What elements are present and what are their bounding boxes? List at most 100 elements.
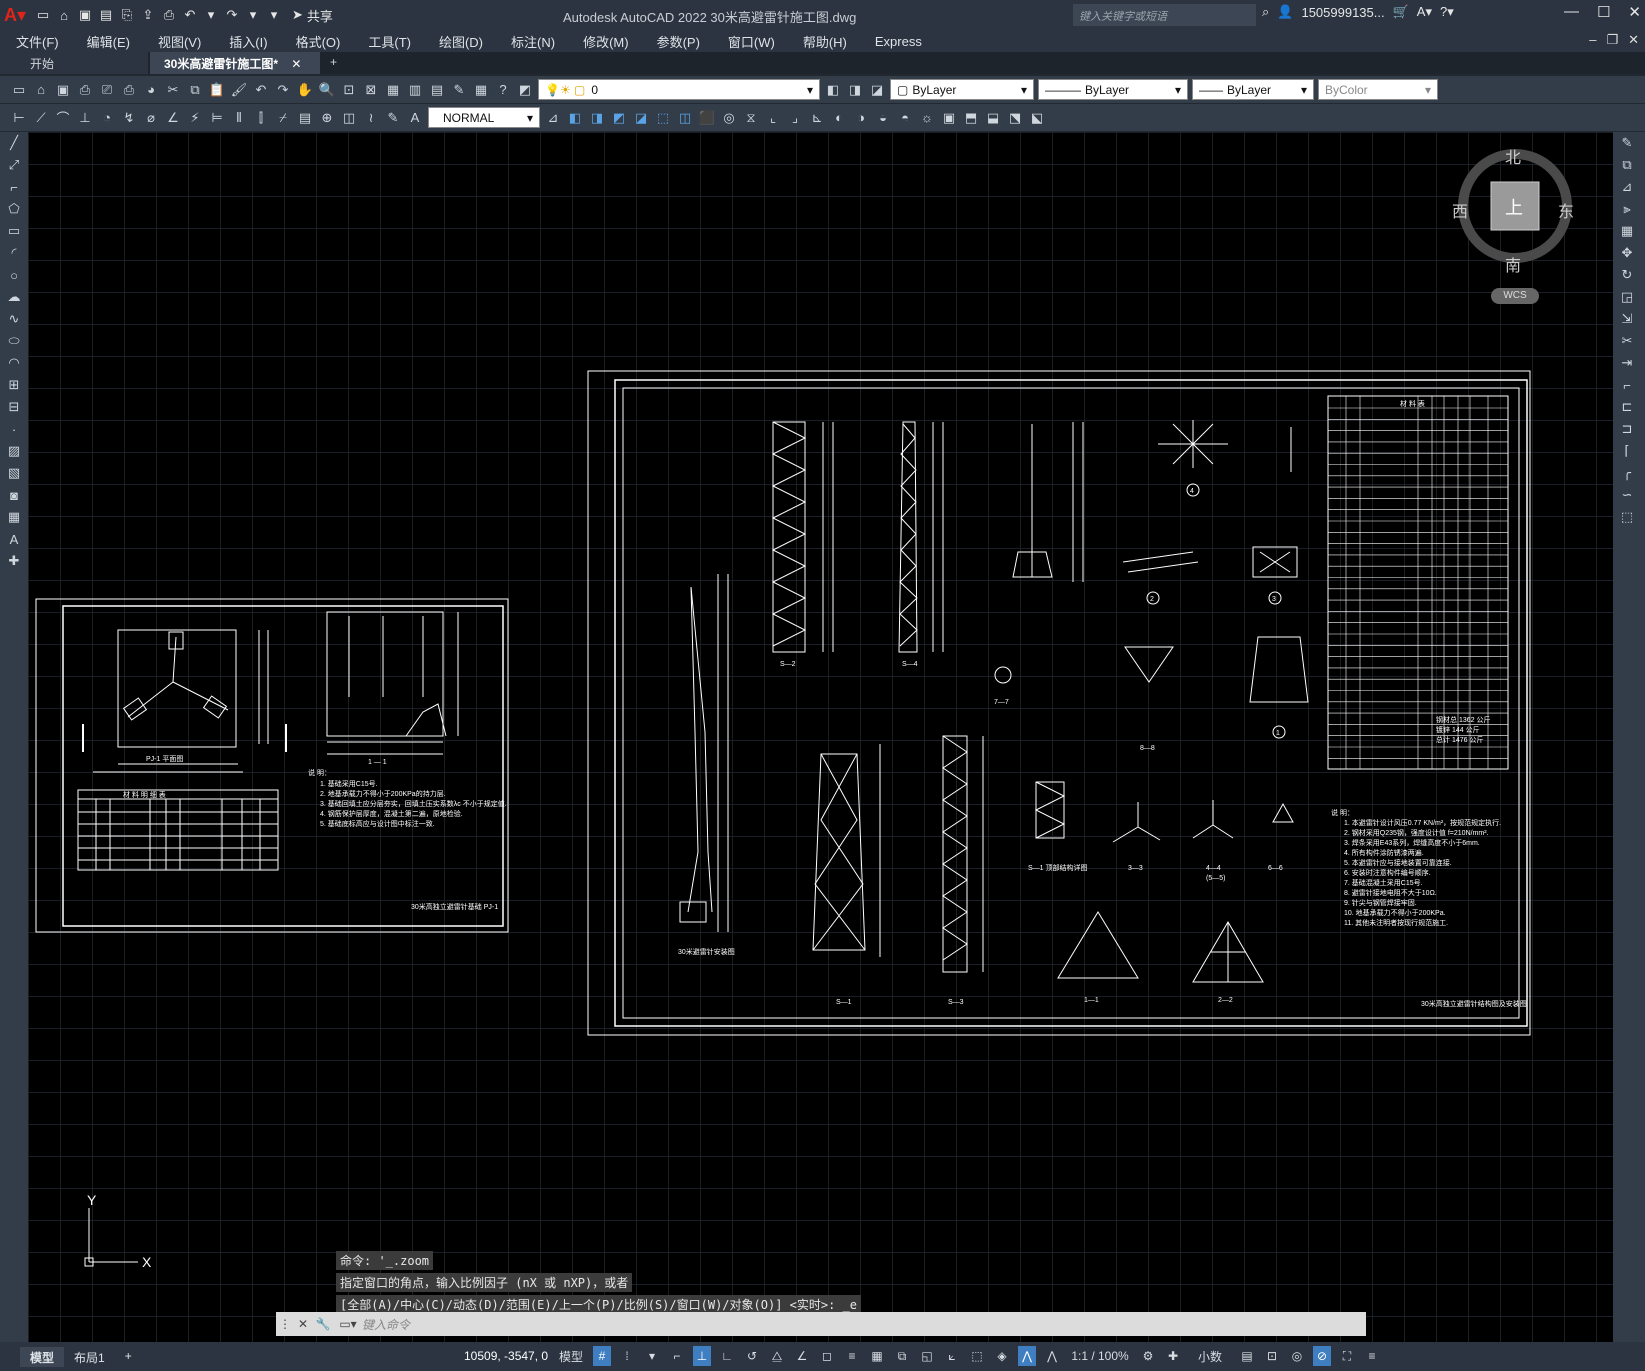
make-current-icon[interactable]: ◧ [824, 81, 842, 99]
quick-dim-icon[interactable]: ⚡ [186, 109, 204, 127]
coordinates-readout[interactable]: 10509, -3547, 0 [464, 1349, 548, 1363]
import-icon[interactable]: ⎘ [118, 6, 136, 24]
render-icon[interactable]: ◒ [874, 109, 892, 127]
mtext-icon[interactable]: A [0, 528, 28, 550]
dim-edit-icon[interactable]: ✎ [384, 109, 402, 127]
workspace-icon[interactable]: ⚙ [1139, 1346, 1157, 1366]
viewcube-east[interactable]: 东 [1558, 198, 1574, 222]
dim-arc-icon[interactable]: ⌒ [54, 109, 72, 127]
view-front-icon[interactable]: ◧ [566, 109, 584, 127]
menu-file[interactable]: 文件(F) [0, 32, 71, 51]
help-icon[interactable]: ?▾ [1440, 4, 1454, 20]
copy-icon[interactable]: ⧉ [186, 81, 204, 99]
lock-ui-icon[interactable]: ⊡ [1263, 1346, 1281, 1366]
layer-dropdown[interactable]: 💡☀ ▢ 0 ▾ [538, 79, 820, 100]
3d-osnap-icon[interactable]: ◱ [918, 1346, 936, 1366]
view-back-icon[interactable]: ◨ [588, 109, 606, 127]
polygon-icon[interactable]: ⬠ [0, 198, 28, 220]
fillet-icon[interactable]: ╭ [1613, 462, 1641, 484]
user-name[interactable]: 1505999135... [1301, 5, 1384, 20]
tab-model[interactable]: 模型 [20, 1346, 65, 1367]
tab-layout1[interactable]: 布局1 [64, 1347, 115, 1367]
new-tab-button[interactable]: + [322, 52, 349, 74]
publish-icon[interactable]: ⎙ [120, 81, 138, 99]
annotation-visibility-icon[interactable]: ⋀ [1018, 1346, 1036, 1366]
plot-icon[interactable]: ⎙ [76, 81, 94, 99]
view-top-icon[interactable]: ◫ [676, 109, 694, 127]
explode-icon[interactable]: ⬚ [1613, 506, 1641, 528]
dim-aligned-icon[interactable]: ⟋ [32, 109, 50, 127]
customize-icon[interactable]: ▾ [265, 6, 283, 24]
menu-parametric[interactable]: 参数(P) [641, 32, 712, 51]
image-icon[interactable]: ⬕ [1028, 109, 1046, 127]
minimize-icon[interactable]: — [1564, 3, 1579, 21]
dimstyle-dropdown[interactable]: NORMAL ▾ [428, 107, 540, 128]
visual-style-icon[interactable]: ◐ [830, 109, 848, 127]
menu-dimension[interactable]: 标注(N) [495, 32, 567, 51]
insert-block-icon[interactable]: ⊞ [0, 374, 28, 396]
command-input[interactable]: 键入命令 [362, 1316, 1366, 1333]
plot-preview-icon[interactable]: ⎚ [98, 81, 116, 99]
make-block-icon[interactable]: ⊟ [0, 396, 28, 418]
menu-format[interactable]: 格式(O) [280, 32, 353, 51]
markup-icon[interactable]: ✎ [450, 81, 468, 99]
plot-icon[interactable]: ⎙ [160, 6, 178, 24]
hatch-icon[interactable]: ▨ [0, 440, 28, 462]
save-icon[interactable]: ▣ [76, 6, 94, 24]
viewcube[interactable]: 北 南 东 西 上 WCS [1452, 144, 1588, 314]
move-icon[interactable]: ✥ [1613, 242, 1641, 264]
dim-linear-icon[interactable]: ⊢ [10, 109, 28, 127]
customization-icon[interactable]: ≡ [1363, 1346, 1381, 1366]
menu-insert[interactable]: 插入(I) [213, 32, 279, 51]
orbit-icon[interactable]: ◎ [720, 109, 738, 127]
search-icon[interactable]: ⌕ [1262, 4, 1269, 20]
dim-radius-icon[interactable]: ◔ [98, 109, 116, 127]
wcs-menu[interactable]: WCS [1491, 288, 1539, 304]
command-recent-icon[interactable]: ▭▾ [334, 1317, 362, 1331]
new-icon[interactable]: ▭ [10, 81, 28, 99]
layer-state-icon[interactable]: ◪ [868, 81, 886, 99]
material-icon[interactable]: ◓ [896, 109, 914, 127]
viewport-icon[interactable]: ▣ [940, 109, 958, 127]
ellipse-icon[interactable]: ⬭ [0, 330, 28, 352]
circle-icon[interactable]: ○ [0, 264, 28, 286]
dynamic-ucs-icon[interactable]: ⟀ [943, 1346, 961, 1366]
menu-draw[interactable]: 绘图(D) [423, 32, 495, 51]
dim-break-icon[interactable]: ⌿ [274, 109, 292, 127]
ucs-previous-icon[interactable]: ⊾ [808, 109, 826, 127]
hardware-acceleration-icon[interactable]: ⊘ [1313, 1346, 1331, 1366]
doc-restore-icon[interactable]: ❐ [1606, 32, 1618, 48]
paste-icon[interactable]: 📋 [208, 81, 226, 99]
object-snap-icon[interactable]: ◻ [818, 1346, 836, 1366]
linetype-dropdown[interactable]: ——— ByLayer ▾ [1038, 79, 1188, 100]
model-space-toggle[interactable]: 模型 [556, 1346, 586, 1366]
close-icon[interactable]: ✕ [1628, 3, 1641, 21]
dynamic-input-icon[interactable]: ⊥ [693, 1346, 711, 1366]
table-icon[interactable]: ▦ [0, 506, 28, 528]
viewcube-north[interactable]: 北 [1505, 144, 1521, 168]
save-as-icon[interactable]: ▤ [97, 6, 115, 24]
walk-icon[interactable]: ⧖ [742, 109, 760, 127]
ortho-icon[interactable]: ∟ [718, 1346, 736, 1366]
auto-scale-icon[interactable]: ⋀ [1043, 1346, 1061, 1366]
tool-palettes-icon[interactable]: ▤ [428, 81, 446, 99]
menu-edit[interactable]: 编辑(E) [71, 32, 142, 51]
object-snap-tracking-icon[interactable]: ∠ [793, 1346, 811, 1366]
match-properties-icon[interactable]: 🖌 [230, 81, 248, 99]
cut-icon[interactable]: ✂ [164, 81, 182, 99]
open-icon[interactable]: ⌂ [32, 81, 50, 99]
gizmo-icon[interactable]: ◈ [993, 1346, 1011, 1366]
units-dropdown[interactable]: 小数 [1189, 1346, 1231, 1366]
blend-icon[interactable]: ∽ [1613, 484, 1641, 506]
view-left-icon[interactable]: ◩ [610, 109, 628, 127]
array-icon[interactable]: ▦ [1613, 220, 1641, 242]
tab-document[interactable]: 30米高避雷针施工图* ✕ [150, 52, 320, 74]
annotation-scale[interactable]: 1:1 / 100% [1068, 1346, 1132, 1366]
view-iso-icon[interactable]: ⬚ [654, 109, 672, 127]
dim-style-icon[interactable]: ⊿ [544, 109, 562, 127]
viewcube-west[interactable]: 西 [1452, 198, 1468, 222]
view-bottom-icon[interactable]: ⬛ [698, 109, 716, 127]
viewcube-south[interactable]: 南 [1505, 252, 1521, 276]
construction-line-icon[interactable]: ⤢ [0, 154, 28, 176]
command-line-grip-icon[interactable]: ⋮ [276, 1317, 294, 1331]
